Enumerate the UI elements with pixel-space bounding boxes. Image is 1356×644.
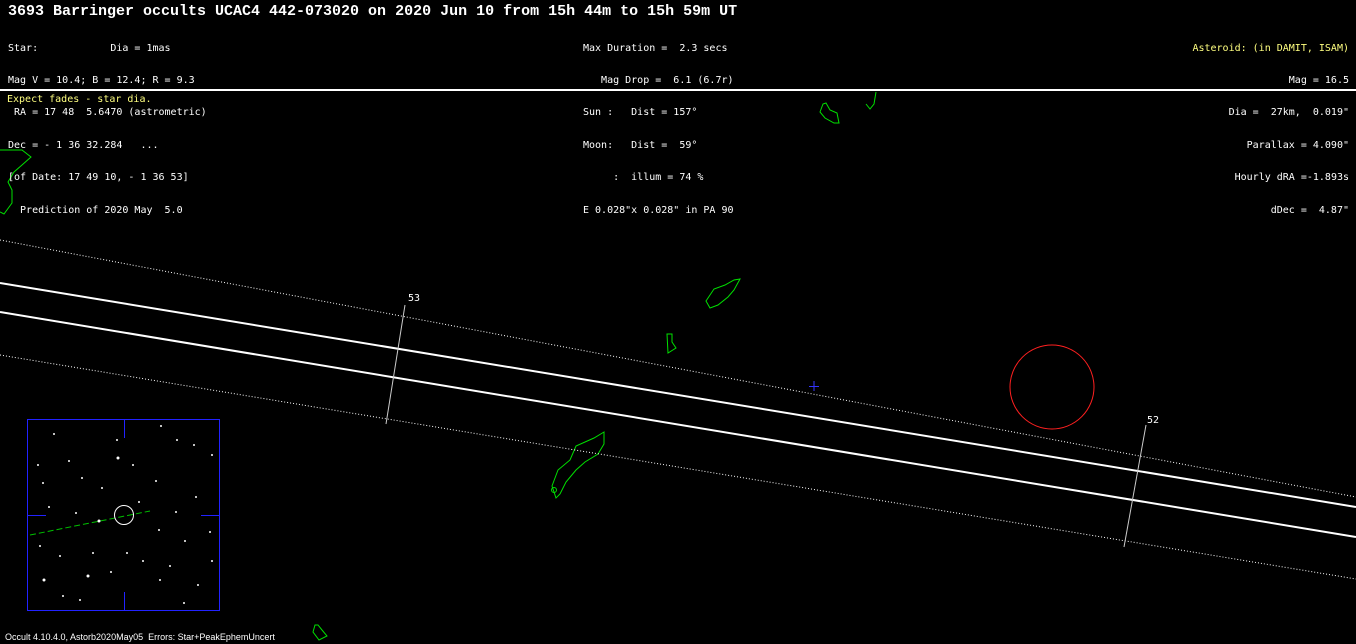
coastline-south-fragment: [312, 624, 328, 641]
asteroid-info-line: Dia = 27km, 0.019": [1228, 107, 1349, 119]
finder-chart: [27, 419, 220, 611]
asteroid-info-line: Mag = 16.5: [1288, 74, 1349, 86]
event-info-line: Mag Drop = 6.1 (6.7r): [583, 74, 734, 86]
event-info-line: Moon: Dist = 59°: [583, 139, 698, 151]
event-info-line: : illum = 74 %: [583, 172, 704, 184]
asteroid-info-line: Parallax = 4.090": [1246, 139, 1349, 151]
asteroid-info-line: Hourly dRA =-1.893s: [1234, 172, 1349, 184]
tick-label-52: 52: [1147, 415, 1159, 426]
asteroid-info-heading: Asteroid: (in DAMIT, ISAM): [1192, 42, 1349, 54]
finder-chart-frame: [27, 419, 220, 611]
footer-version: Occult 4.10.4.0, Astorb2020May05 Errors:…: [5, 632, 275, 642]
star-info-line: [of Date: 17 49 10, - 1 36 53]: [8, 172, 189, 184]
star-info-line: Mag V = 10.4; B = 12.4; R = 9.3: [8, 74, 195, 86]
coastline-island-a: [705, 278, 741, 309]
star-info-line: RA = 17 48 5.6470 (astrometric): [8, 107, 207, 119]
tick-label-53: 53: [408, 293, 420, 304]
event-info-line: Sun : Dist = 157°: [583, 107, 698, 119]
page-title: 3693 Barringer occults UCAC4 442-073020 …: [8, 3, 738, 20]
event-info-line: Max Duration = 2.3 secs: [583, 42, 728, 54]
site-circle: [1009, 344, 1095, 430]
coastline-north-fragment: [865, 91, 877, 110]
coastline-north-island: [819, 102, 840, 124]
event-info-line: E 0.028"x 0.028" in PA 90: [583, 204, 734, 216]
coastline-island-b: [666, 333, 677, 354]
event-info: Max Duration = 2.3 secs Mag Drop = 6.1 (…: [583, 22, 734, 227]
center-cross-icon: [809, 381, 819, 391]
star-info: Star: Dia = 1mas Mag V = 10.4; B = 12.4;…: [8, 22, 207, 227]
star-info-line: Dec = - 1 36 32.284 ...: [8, 139, 159, 151]
time-tick-53: [385, 304, 406, 425]
asteroid-info-line: dDec = 4.87": [1270, 204, 1349, 216]
time-tick-52: [1123, 424, 1147, 548]
star-info-line: Star: Dia = 1mas: [8, 42, 171, 54]
asteroid-info: Asteroid: (in DAMIT, ISAM) Mag = 16.5 Di…: [1192, 22, 1349, 227]
header-divider: [0, 89, 1356, 91]
fade-notice: Expect fades - star dia.: [7, 94, 152, 105]
star-info-line: Prediction of 2020 May 5.0: [8, 204, 183, 216]
coastline-island-c: [551, 431, 605, 499]
